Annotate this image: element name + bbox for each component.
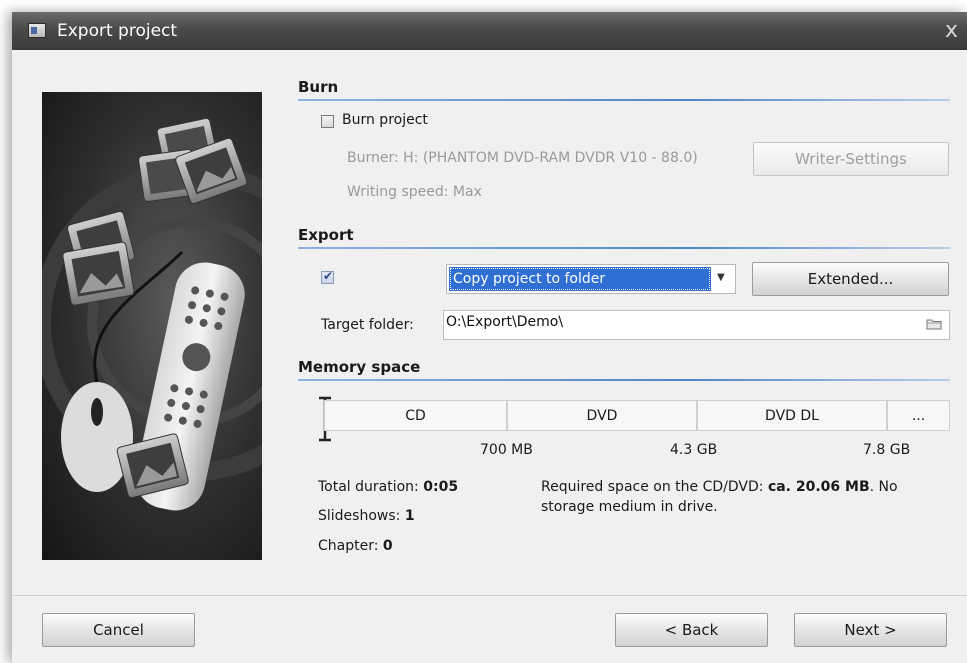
extended-button[interactable]: Extended... — [752, 262, 949, 296]
size-dvd-dl: 7.8 GB — [863, 442, 911, 458]
size-dvd: 4.3 GB — [670, 442, 718, 458]
export-divider — [298, 247, 950, 249]
back-button[interactable]: < Back — [615, 613, 768, 647]
required-space-info: Required space on the CD/DVD: ca. 20.06 … — [541, 479, 898, 495]
close-icon[interactable]: x — [945, 18, 958, 43]
export-illustration — [42, 92, 262, 560]
media-dvd-dl: DVD DL — [697, 400, 887, 431]
storage-medium-status: storage medium in drive. — [541, 499, 718, 515]
export-heading: Export — [298, 226, 354, 244]
slideshows-count: Slideshows: 1 — [318, 508, 415, 524]
dropdown-arrow-icon[interactable]: ▼ — [717, 272, 725, 283]
window-app-icon — [28, 23, 46, 38]
burner-info: Burner: H: (PHANTOM DVD-RAM DVDR V10 - 8… — [347, 150, 698, 166]
target-folder-label: Target folder: — [321, 317, 414, 333]
window-title: Export project — [57, 21, 178, 41]
footer-divider — [12, 595, 967, 596]
export-project-dialog: Export project x Burn Burn project Burne… — [12, 12, 967, 663]
memory-space-bar: CD DVD DVD DL ... — [318, 400, 950, 433]
cancel-button[interactable]: Cancel — [42, 613, 195, 647]
title-bar[interactable]: Export project x — [12, 12, 967, 50]
burn-project-label: Burn project — [342, 112, 428, 128]
folder-icon[interactable] — [926, 318, 942, 330]
size-cd: 700 MB — [480, 442, 533, 458]
checkmark-icon: ✔ — [323, 269, 334, 283]
burn-heading: Burn — [298, 78, 339, 96]
memory-heading: Memory space — [298, 358, 421, 376]
next-button[interactable]: Next > — [794, 613, 947, 647]
media-cd: CD — [324, 400, 507, 431]
export-mode-select[interactable]: Copy project to folder ▼ — [446, 264, 736, 294]
total-duration: Total duration: 0:05 — [318, 479, 459, 495]
writer-settings-button[interactable]: Writer-Settings — [753, 142, 949, 176]
burn-project-checkbox[interactable] — [321, 115, 334, 128]
writing-speed-info: Writing speed: Max — [347, 184, 482, 200]
target-folder-value: O:\Export\Demo\ — [446, 314, 564, 330]
target-folder-input[interactable]: O:\Export\Demo\ — [443, 310, 950, 340]
export-enabled-checkbox[interactable]: ✔ — [321, 269, 334, 284]
chapter-count: Chapter: 0 — [318, 538, 393, 554]
burn-divider — [298, 99, 950, 101]
export-mode-value: Copy project to folder — [449, 267, 711, 291]
media-dvd: DVD — [507, 400, 697, 431]
memory-divider — [298, 379, 950, 381]
media-more-button[interactable]: ... — [887, 400, 950, 431]
